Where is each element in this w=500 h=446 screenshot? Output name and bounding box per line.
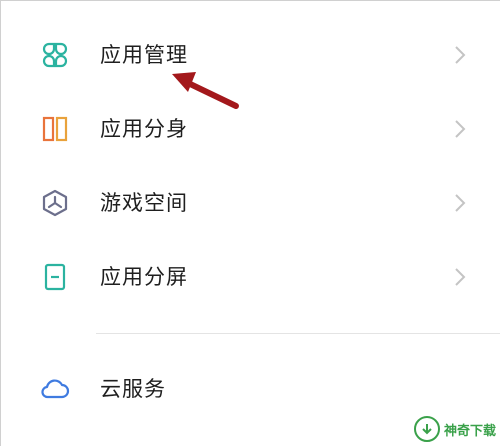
app-clone-icon — [40, 114, 70, 144]
settings-item-label: 应用管理 — [100, 43, 188, 67]
chevron-right-icon — [452, 43, 468, 67]
chevron-right-icon — [452, 117, 468, 141]
settings-item-app-clone[interactable]: 应用分身 — [0, 94, 500, 164]
game-space-icon — [40, 188, 70, 218]
settings-item-game-space[interactable]: 游戏空间 — [0, 168, 500, 238]
watermark-text: 神奇下载 — [444, 423, 497, 439]
settings-item-label: 云服务 — [100, 377, 166, 401]
settings-item-app-management[interactable]: 应用管理 — [0, 20, 500, 90]
settings-item-split-screen[interactable]: 应用分屏 — [0, 242, 500, 312]
settings-item-label: 游戏空间 — [100, 191, 188, 215]
section-divider — [96, 333, 500, 334]
download-logo-icon — [414, 416, 440, 442]
cloud-icon — [40, 374, 70, 404]
app-grid-icon — [40, 40, 70, 70]
chevron-right-icon — [452, 191, 468, 215]
chevron-right-icon — [452, 265, 468, 289]
settings-item-label: 应用分身 — [100, 117, 188, 141]
split-screen-icon — [40, 262, 70, 292]
settings-item-label: 应用分屏 — [100, 265, 188, 289]
watermark: 神奇下载 — [414, 412, 500, 446]
frame-border-top — [0, 0, 500, 1]
